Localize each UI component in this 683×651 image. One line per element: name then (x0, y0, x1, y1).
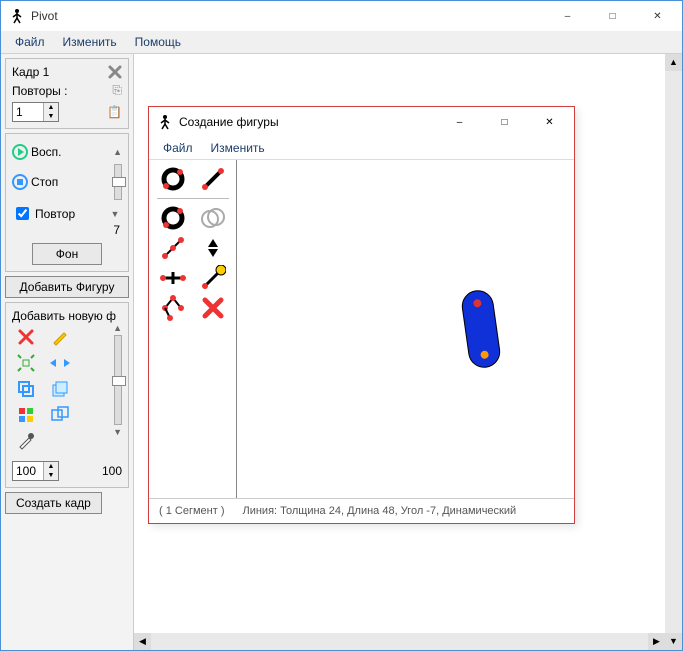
flip-figure-icon[interactable] (48, 353, 72, 373)
copy-icon[interactable]: ⎘ (112, 83, 122, 98)
stop-button[interactable]: Стоп (12, 174, 58, 190)
scale-spinner[interactable]: ▲▼ (12, 461, 59, 481)
maximize-button[interactable]: □ (590, 2, 635, 31)
background-button[interactable]: Фон (32, 243, 102, 265)
loop-checkbox[interactable]: Повтор (12, 204, 75, 223)
scroll-right-icon[interactable]: ▶ (648, 633, 665, 650)
playback-panel: Восп. ▲ Стоп Повтор ▼ (5, 133, 129, 272)
create-frame-button[interactable]: Создать кадр (5, 492, 102, 514)
menu-help[interactable]: Помощь (127, 33, 189, 51)
minimize-button[interactable]: – (545, 2, 590, 31)
sub-menubar: Файл Изменить (149, 137, 574, 160)
add-circle-tool-icon[interactable] (158, 166, 188, 192)
edit-figure-icon[interactable] (48, 327, 72, 347)
scale-input[interactable] (13, 464, 43, 478)
main-titlebar: Pivot – □ ✕ (1, 1, 682, 31)
origin-handle[interactable] (473, 299, 482, 308)
sub-titlebar: Создание фигуры – □ ✕ (149, 107, 574, 137)
sub-close-button[interactable]: ✕ (527, 108, 572, 137)
chevron-up-icon[interactable]: ▲ (113, 147, 122, 157)
center-figure-icon[interactable] (14, 353, 38, 373)
duplicate-segment-icon[interactable] (198, 205, 228, 231)
end-handle[interactable] (480, 350, 489, 359)
dropper-icon[interactable] (14, 431, 38, 451)
scale-slider[interactable] (114, 335, 122, 425)
static-dynamic-icon[interactable] (158, 235, 188, 261)
sub-window-title: Создание фигуры (179, 115, 437, 129)
horizontal-scrollbar[interactable]: ◀ ▶ (134, 633, 665, 650)
fps-value: 7 (12, 223, 122, 237)
origin-point-icon[interactable] (198, 265, 228, 291)
figure-toolbox (149, 160, 237, 498)
stop-icon (12, 174, 28, 190)
main-menubar: Файл Изменить Помощь (1, 31, 682, 54)
sub-menu-edit[interactable]: Изменить (203, 139, 273, 157)
layers-icon[interactable] (48, 379, 72, 399)
app-icon (9, 8, 25, 24)
paste-icon[interactable]: 📋 (107, 105, 122, 119)
thickness-icon[interactable] (198, 235, 228, 261)
delete-figure-icon[interactable] (14, 327, 38, 347)
figure-builder-window: Создание фигуры – □ ✕ Файл Изменить (148, 106, 575, 524)
delete-segment-icon[interactable] (198, 295, 228, 321)
sub-menu-file[interactable]: Файл (155, 139, 201, 157)
sub-app-icon (157, 114, 173, 130)
duplicate-figure-icon[interactable] (14, 379, 38, 399)
add-new-label: Добавить новую ф (12, 309, 122, 323)
menu-edit[interactable]: Изменить (55, 33, 125, 51)
chevron-down-icon[interactable]: ▼ (108, 209, 122, 219)
scale-display: 100 (102, 464, 122, 478)
scale-up-icon[interactable]: ▲ (113, 323, 122, 333)
figure-tools-panel: Добавить новую ф (5, 302, 129, 488)
sub-maximize-button[interactable]: □ (482, 108, 527, 137)
toggle-segment-kind-icon[interactable] (158, 205, 188, 231)
status-segment-count: ( 1 Сегмент ) (159, 505, 224, 517)
loop-checkbox-input[interactable] (16, 207, 29, 220)
play-button[interactable]: Восп. (12, 144, 62, 160)
delete-frame-icon[interactable] (108, 65, 122, 79)
scroll-down-icon[interactable]: ▼ (665, 633, 682, 650)
repeats-input[interactable] (13, 105, 43, 119)
join-figure-icon[interactable] (48, 405, 72, 425)
segment-shape[interactable] (460, 288, 503, 370)
spin-up-icon[interactable]: ▲ (44, 103, 58, 112)
mirror-segment-icon[interactable] (158, 295, 188, 321)
figure-statusbar: ( 1 Сегмент ) Линия: Толщина 24, Длина 4… (149, 498, 574, 523)
frame-label: Кадр 1 (12, 65, 49, 79)
spin-down-icon[interactable]: ▼ (44, 112, 58, 121)
play-icon (12, 144, 28, 160)
status-segment-info: Линия: Толщина 24, Длина 48, Угол -7, Ди… (242, 505, 516, 517)
scale-down-icon[interactable]: ▼ (113, 427, 122, 437)
fps-slider[interactable] (114, 164, 122, 200)
scroll-left-icon[interactable]: ◀ (134, 633, 151, 650)
sub-minimize-button[interactable]: – (437, 108, 482, 137)
repeats-spinner[interactable]: ▲▼ (12, 102, 59, 122)
color-figure-icon[interactable] (14, 405, 38, 425)
close-button[interactable]: ✕ (635, 2, 680, 31)
vertical-scrollbar[interactable]: ▲ ▼ (665, 54, 682, 650)
menu-file[interactable]: Файл (7, 33, 53, 51)
main-window-title: Pivot (31, 9, 545, 23)
add-line-tool-icon[interactable] (198, 166, 228, 192)
repeats-label: Повторы : (12, 84, 67, 98)
figure-canvas[interactable] (237, 160, 574, 498)
split-segment-icon[interactable] (158, 265, 188, 291)
add-figure-button[interactable]: Добавить Фигуру (5, 276, 129, 298)
scroll-up-icon[interactable]: ▲ (665, 54, 682, 71)
frame-panel: Кадр 1 Повторы : ⎘ ▲▼ 📋 (5, 58, 129, 129)
